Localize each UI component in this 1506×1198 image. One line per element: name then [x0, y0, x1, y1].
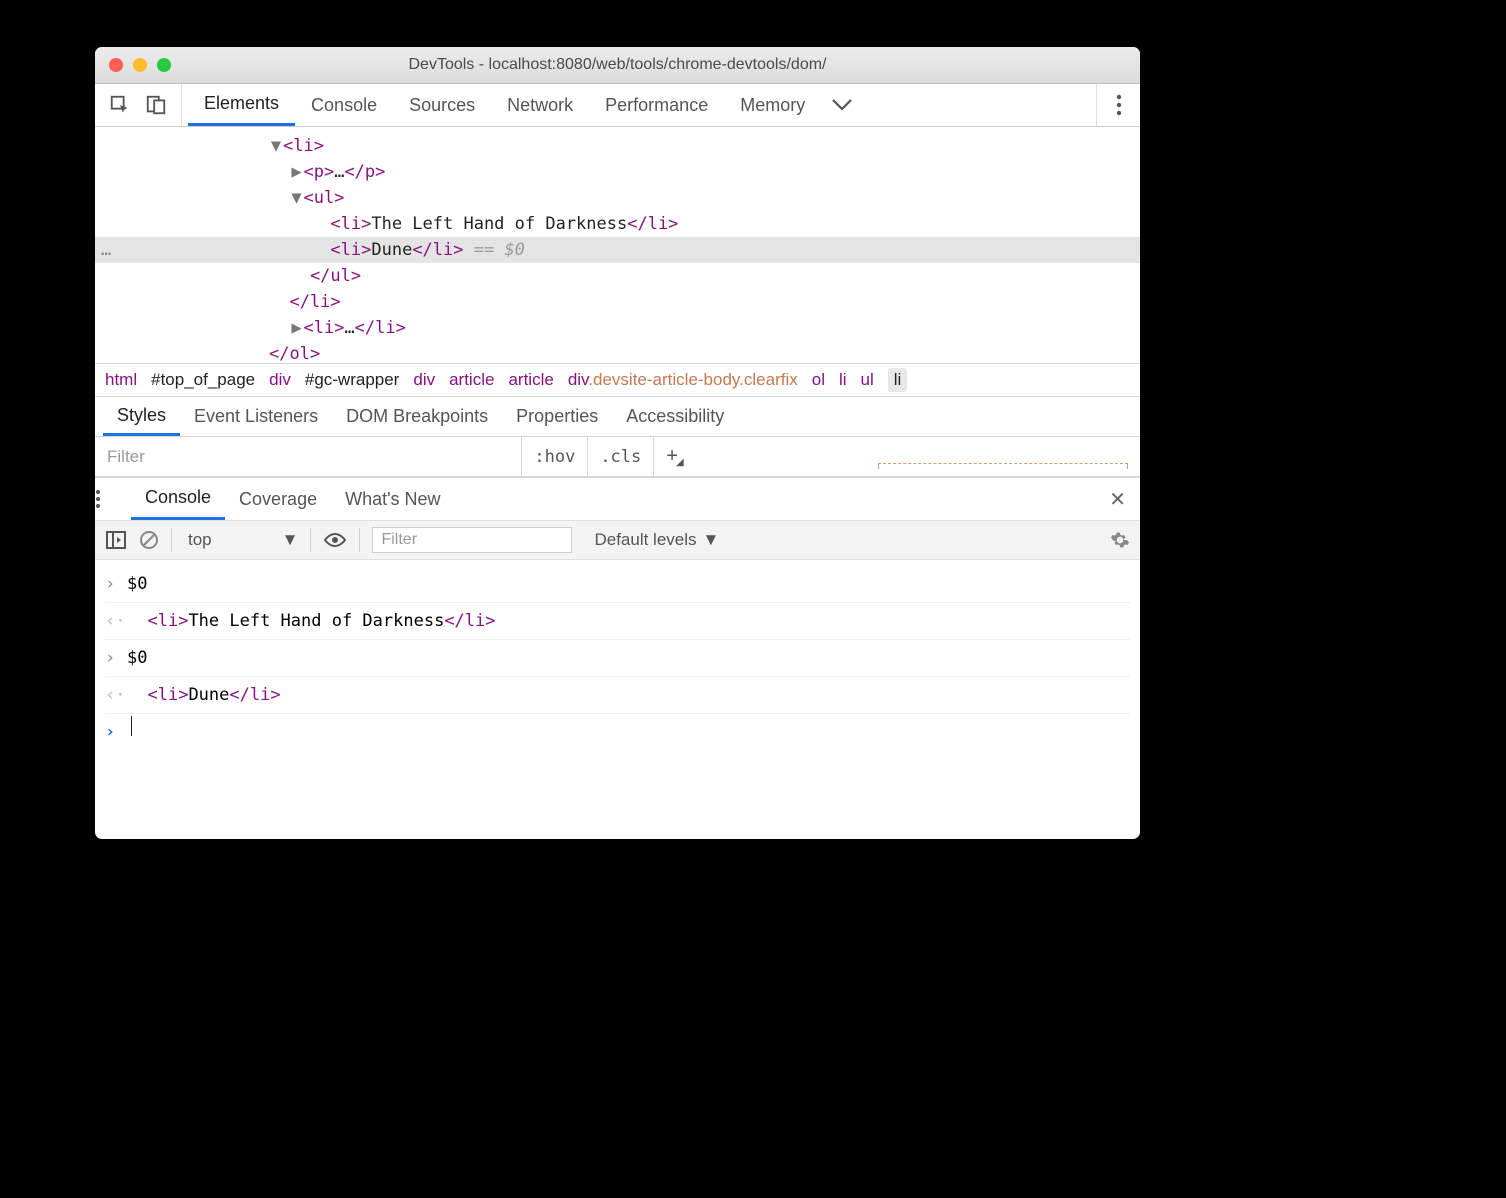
drawer-close-icon[interactable]: ✕ — [1095, 487, 1140, 512]
drawer-tab-whatsnew[interactable]: What's New — [331, 478, 454, 520]
cls-button[interactable]: .cls — [587, 437, 653, 476]
window-title: DevTools - localhost:8080/web/tools/chro… — [95, 56, 1140, 74]
input-marker-icon: › — [105, 642, 127, 674]
breadcrumbs: html #top_of_page div #gc-wrapper div ar… — [95, 363, 1140, 397]
drawer-tabs: Console Coverage What's New ✕ — [95, 478, 1140, 520]
tab-elements[interactable]: Elements — [188, 84, 295, 126]
dom-node[interactable]: <li> — [303, 318, 344, 338]
styles-filter-input[interactable] — [95, 437, 521, 476]
elements-subtabs: Styles Event Listeners DOM Breakpoints P… — [95, 397, 1140, 437]
console-row[interactable]: › $0 — [105, 640, 1130, 677]
chevron-down-icon: ▼ — [282, 530, 299, 550]
crumb[interactable]: div — [413, 370, 435, 390]
more-tabs-icon[interactable] — [831, 98, 853, 112]
inspect-icon[interactable] — [109, 94, 131, 116]
crumb[interactable]: ol — [812, 370, 825, 390]
console-filter-input[interactable] — [372, 527, 572, 553]
traffic-lights — [109, 58, 171, 72]
titlebar: DevTools - localhost:8080/web/tools/chro… — [95, 47, 1140, 84]
dom-node[interactable]: </ol> — [269, 344, 320, 363]
console-output[interactable]: › $0 ‹· <li>The Left Hand of Darkness</l… — [95, 560, 1140, 756]
cursor — [131, 716, 132, 736]
dom-node-selected[interactable]: <li>Dune</li> == $0 — [95, 237, 1140, 263]
close-icon[interactable] — [109, 58, 123, 72]
console-settings-icon[interactable] — [1110, 530, 1130, 550]
minimize-icon[interactable] — [133, 58, 147, 72]
input-marker-icon: › — [105, 568, 127, 600]
main-toolbar: Elements Console Sources Network Perform… — [95, 84, 1140, 127]
device-icon[interactable] — [145, 94, 167, 116]
crumb[interactable]: div — [269, 370, 291, 390]
drawer-tab-console[interactable]: Console — [131, 478, 225, 520]
console-row[interactable]: ‹· <li>The Left Hand of Darkness</li> — [105, 603, 1130, 640]
output-marker-icon: ‹· — [105, 605, 127, 637]
kebab-menu-icon[interactable] — [1096, 84, 1140, 126]
log-levels-select[interactable]: Default levels ▼ — [594, 530, 719, 550]
dom-node[interactable]: </li> — [289, 292, 340, 312]
panel-tabs: Elements Console Sources Network Perform… — [188, 84, 853, 126]
subtab-styles[interactable]: Styles — [103, 397, 180, 436]
devtools-window: DevTools - localhost:8080/web/tools/chro… — [95, 47, 1140, 839]
crumb[interactable]: #gc-wrapper — [305, 370, 400, 390]
subtab-accessibility[interactable]: Accessibility — [612, 397, 738, 436]
crumb[interactable]: html — [105, 370, 137, 390]
crumb[interactable]: div.devsite-article-body.clearfix — [568, 370, 798, 390]
subtab-event-listeners[interactable]: Event Listeners — [180, 397, 332, 436]
clear-console-icon[interactable] — [139, 530, 159, 550]
console-prompt[interactable]: › — [105, 714, 1130, 750]
tab-memory[interactable]: Memory — [724, 84, 821, 126]
crumb[interactable]: #top_of_page — [151, 370, 255, 390]
drawer: Console Coverage What's New ✕ top ▼ — [95, 477, 1140, 839]
dom-node[interactable]: <li> — [330, 214, 371, 234]
zoom-icon[interactable] — [157, 58, 171, 72]
dom-node[interactable]: <p> — [303, 162, 334, 182]
crumb[interactable]: ul — [861, 370, 874, 390]
hov-button[interactable]: :hov — [521, 437, 587, 476]
tab-performance[interactable]: Performance — [589, 84, 724, 126]
dom-tree[interactable]: ▼<li> ▶<p>…</p> ▼<ul> <li>The Left Hand … — [95, 127, 1140, 363]
styles-toolbar: :hov .cls +◢ — [95, 437, 1140, 477]
new-rule-button[interactable]: +◢ — [653, 437, 697, 476]
dom-node[interactable]: <ul> — [303, 188, 344, 208]
output-marker-icon: ‹· — [105, 679, 127, 711]
dom-node[interactable]: <li> — [283, 136, 324, 156]
console-row[interactable]: › $0 — [105, 566, 1130, 603]
drawer-tab-coverage[interactable]: Coverage — [225, 478, 331, 520]
eye-icon[interactable] — [323, 532, 347, 548]
tab-network[interactable]: Network — [491, 84, 589, 126]
crumb[interactable]: article — [449, 370, 494, 390]
subtab-properties[interactable]: Properties — [502, 397, 612, 436]
drawer-kebab-icon[interactable] — [95, 489, 131, 509]
subtab-dom-breakpoints[interactable]: DOM Breakpoints — [332, 397, 502, 436]
crumb-active[interactable]: li — [888, 368, 908, 392]
crumb[interactable]: li — [839, 370, 847, 390]
chevron-down-icon: ▼ — [703, 530, 720, 550]
tab-sources[interactable]: Sources — [393, 84, 491, 126]
crumb[interactable]: article — [508, 370, 553, 390]
tab-console[interactable]: Console — [295, 84, 393, 126]
console-sidebar-icon[interactable] — [105, 530, 127, 550]
prompt-marker-icon: › — [105, 716, 127, 748]
console-row[interactable]: ‹· <li>Dune</li> — [105, 677, 1130, 714]
console-toolbar: top ▼ Default levels ▼ — [95, 520, 1140, 560]
dom-node[interactable]: </ul> — [310, 266, 361, 286]
context-select[interactable]: top ▼ — [184, 530, 298, 550]
